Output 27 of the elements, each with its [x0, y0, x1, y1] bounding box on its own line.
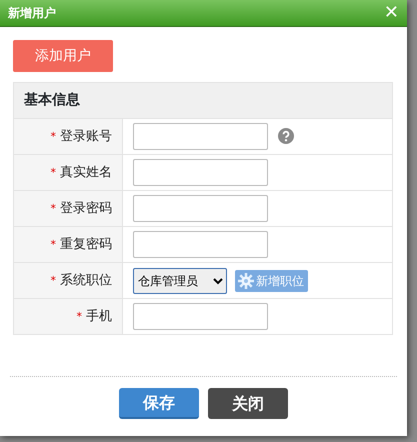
- required-mark: *: [50, 238, 56, 251]
- input-field[interactable]: [133, 231, 268, 258]
- required-mark: *: [50, 274, 56, 287]
- field-label: 真实姓名: [60, 164, 112, 180]
- field-label: 手机: [86, 308, 112, 324]
- section-header: 基本信息: [14, 82, 392, 118]
- field-label: 系统职位: [60, 272, 112, 288]
- required-mark: *: [50, 166, 56, 179]
- close-button[interactable]: ✕: [384, 4, 399, 22]
- gear-icon: [237, 272, 255, 290]
- field-label: 登录密码: [60, 200, 112, 216]
- input-field[interactable]: [133, 303, 268, 330]
- field-label: 重复密码: [60, 236, 112, 252]
- input-field[interactable]: [133, 159, 268, 186]
- add-role-button[interactable]: 新增职位: [235, 270, 308, 292]
- help-icon[interactable]: [278, 128, 294, 144]
- add-user-tab[interactable]: 添加用户: [13, 40, 113, 72]
- field-label: 登录账号: [60, 128, 112, 144]
- input-field[interactable]: [133, 123, 268, 150]
- required-mark: *: [50, 130, 56, 143]
- input-field[interactable]: [133, 195, 268, 222]
- required-mark: *: [50, 202, 56, 215]
- role-select[interactable]: 仓库管理员: [133, 268, 227, 294]
- save-button[interactable]: 保存: [119, 388, 199, 419]
- close-dialog-button[interactable]: 关闭: [208, 388, 288, 419]
- required-mark: *: [76, 310, 82, 323]
- window-title: 新增用户: [8, 5, 56, 22]
